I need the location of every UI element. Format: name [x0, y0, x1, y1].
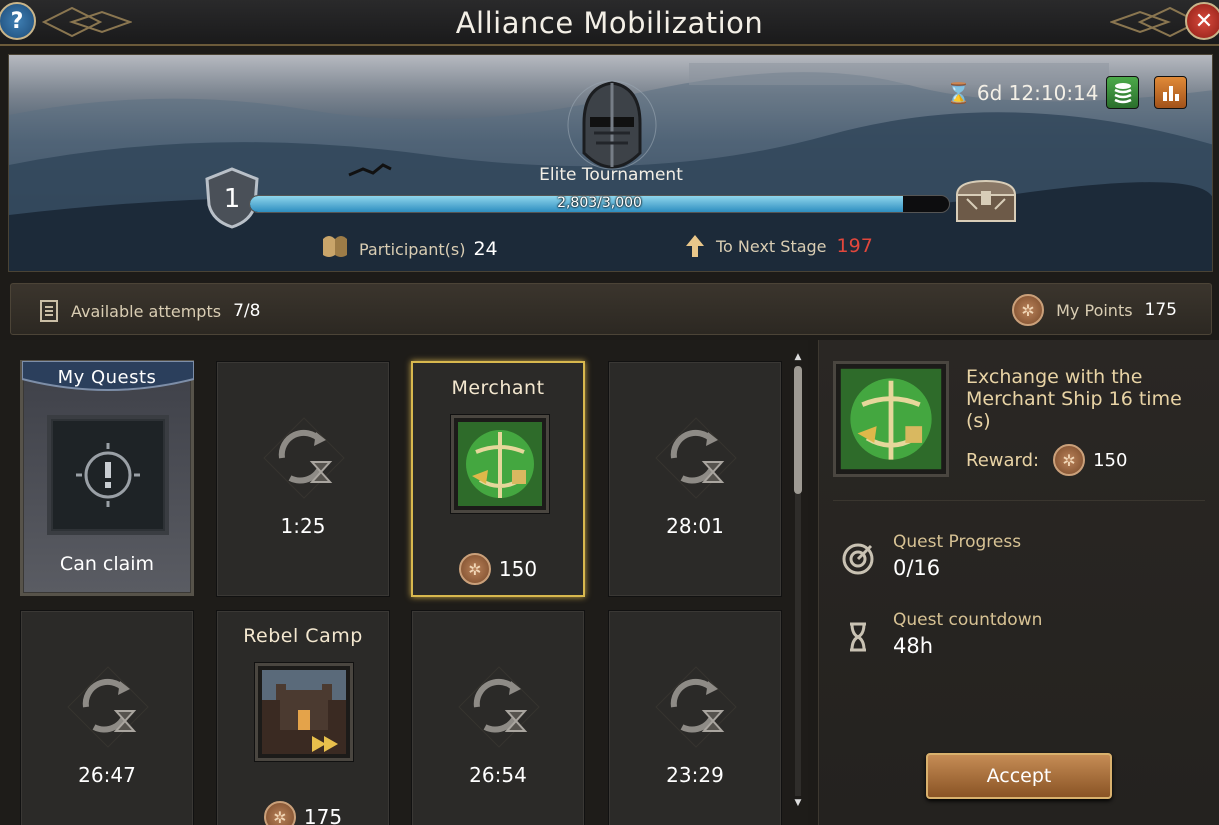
- scroll-thumb[interactable]: [794, 366, 802, 494]
- title-bar: ? Alliance Mobilization ✕: [0, 0, 1219, 46]
- reward-value: 175: [303, 805, 343, 825]
- notebook-icon: [40, 300, 58, 322]
- exclamation-compass-icon: [76, 443, 140, 507]
- my-quests-title: My Quests: [57, 367, 157, 388]
- reward-value: 150: [1093, 449, 1128, 471]
- reward-value: 150: [498, 557, 538, 581]
- bar-chart-icon: [1162, 85, 1179, 101]
- reward-label: Reward:: [966, 449, 1040, 471]
- next-stage-value: 197: [836, 235, 873, 257]
- rebel-camp-icon: [262, 670, 346, 754]
- merchant-ship-icon: [458, 422, 542, 506]
- cooldown-time: 23:29: [666, 763, 724, 787]
- accept-button[interactable]: Accept: [926, 753, 1112, 799]
- timer-value: 6d 12:10:14: [976, 81, 1099, 105]
- hourglass-icon: [850, 622, 866, 652]
- quest-slot-cooldown: 26:47: [20, 610, 194, 825]
- point-coin-icon: ✲: [1012, 294, 1045, 326]
- quest-icon-frame: [451, 415, 549, 513]
- cooldown-time: 26:47: [78, 763, 136, 787]
- quest-grid: My Quests Can claim 1:25 Merchant ✲ 150 …: [0, 340, 808, 825]
- quest-progress: Quest Progress 0/16: [841, 532, 1021, 580]
- quest-detail-panel: Exchange with the Merchant Ship 16 time …: [818, 340, 1219, 825]
- close-icon: ✕: [1194, 8, 1214, 34]
- quest-icon-frame: [255, 663, 353, 761]
- database-icon: [1113, 82, 1132, 103]
- close-button[interactable]: ✕: [1185, 2, 1219, 40]
- points-label: My Points: [1056, 300, 1133, 320]
- ranking-chart-button[interactable]: [1154, 76, 1187, 109]
- countdown-value: 48h: [893, 634, 934, 658]
- stage-number: 1: [224, 184, 241, 214]
- participants: Participant(s) 24: [319, 233, 498, 265]
- participants-label: Participant(s): [359, 239, 466, 259]
- merchant-ship-icon: [840, 368, 942, 470]
- can-claim-label: Can claim: [59, 553, 155, 575]
- quest-description: Exchange with the Merchant Ship 16 time …: [966, 366, 1182, 432]
- refresh-hourglass-icon: [655, 417, 737, 499]
- quest-slot-cooldown: 23:29: [608, 610, 782, 825]
- quest-slot-cooldown: 26:54: [411, 610, 585, 825]
- event-timer: ⌛ 6d 12:10:14: [946, 81, 1099, 105]
- attempts-value: 7/8: [233, 301, 261, 321]
- divider: [833, 500, 1205, 501]
- refresh-hourglass-icon: [263, 417, 345, 499]
- progress-bar: 2,803/3,000: [249, 195, 950, 213]
- progress-text: 2,803/3,000: [557, 195, 642, 211]
- countdown-label: Quest countdown: [893, 610, 1043, 630]
- quest-slot-cooldown: 28:01: [608, 361, 782, 597]
- hourglass-icon: ⌛: [946, 81, 971, 105]
- detail-reward: Reward: ✲ 150: [966, 444, 1127, 476]
- scroll-down-icon[interactable]: ▼: [793, 798, 803, 808]
- quest-title: Rebel Camp: [243, 625, 363, 647]
- treasure-chest-icon[interactable]: [953, 177, 1019, 225]
- up-arrow-icon: [686, 235, 704, 257]
- refresh-hourglass-icon: [67, 666, 149, 748]
- point-coin-icon: ✲: [263, 801, 296, 825]
- progress-value: 0/16: [893, 556, 941, 580]
- next-stage: To Next Stage 197: [684, 233, 873, 259]
- point-coin-icon: ✲: [458, 553, 491, 585]
- next-stage-label: To Next Stage: [716, 236, 827, 256]
- cooldown-time: 26:54: [469, 763, 527, 787]
- quest-slot-cooldown: 1:25: [216, 361, 390, 597]
- quest-frame: [47, 415, 169, 535]
- cooldown-time: 1:25: [280, 514, 326, 538]
- helmet-icon: [567, 80, 657, 170]
- refresh-hourglass-icon: [655, 666, 737, 748]
- quest-card-rebel-camp[interactable]: Rebel Camp ✲ 175: [216, 610, 390, 825]
- my-quests-card[interactable]: My Quests Can claim: [20, 360, 194, 596]
- event-name: Elite Tournament: [539, 165, 683, 185]
- available-attempts: Available attempts 7/8: [39, 300, 260, 322]
- progress-label: Quest Progress: [893, 532, 1022, 552]
- points-value: 175: [1144, 300, 1177, 320]
- scroll-up-icon[interactable]: ▲: [793, 352, 803, 362]
- event-banner: ⌛ 6d 12:10:14 Elite Tournament 1 2,803/3…: [8, 54, 1213, 272]
- info-bar: Available attempts 7/8 ✲ My Points 175: [10, 283, 1212, 335]
- participants-icon: [319, 233, 351, 265]
- attempts-label: Available attempts: [71, 301, 222, 321]
- quest-card-merchant[interactable]: Merchant ✲ 150: [411, 361, 585, 597]
- target-icon: [842, 543, 874, 575]
- quest-scrollbar[interactable]: ▲ ▼: [791, 352, 805, 810]
- detail-icon-frame: [833, 361, 949, 477]
- quest-title: Merchant: [451, 377, 545, 399]
- quest-reward: ✲ 150: [413, 553, 583, 585]
- my-points: ✲ My Points 175: [1012, 294, 1177, 326]
- database-button[interactable]: [1106, 76, 1139, 109]
- cooldown-time: 28:01: [666, 514, 724, 538]
- refresh-hourglass-icon: [458, 666, 540, 748]
- participants-value: 24: [473, 238, 498, 260]
- page-title: Alliance Mobilization: [455, 6, 764, 40]
- point-coin-icon: ✲: [1053, 444, 1086, 476]
- quest-countdown: Quest countdown 48h: [841, 610, 1042, 658]
- quest-reward: ✲ 175: [217, 801, 389, 825]
